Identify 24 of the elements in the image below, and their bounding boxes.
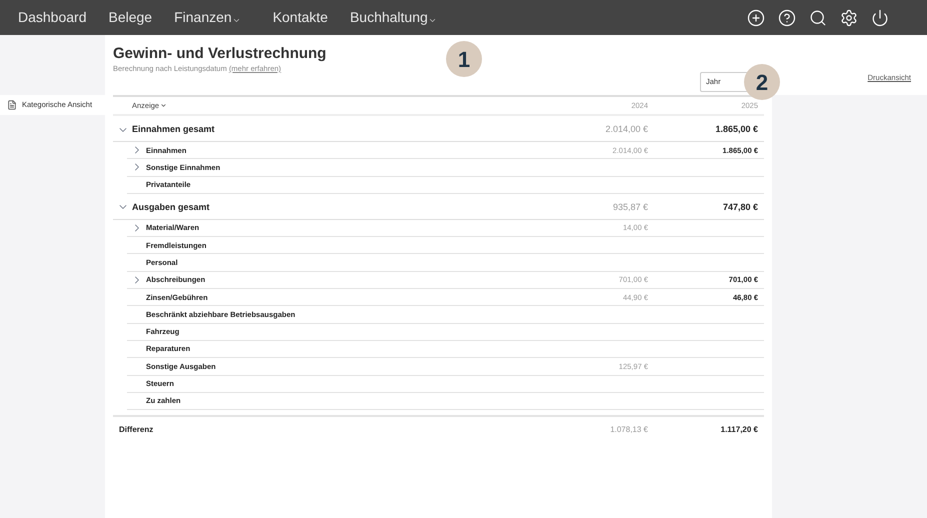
power-icon[interactable] [871, 8, 889, 26]
value-cell: 1.078,13 € [610, 424, 648, 434]
value-cell: 747,80 € [722, 202, 758, 212]
document-icon [7, 100, 17, 110]
caret-icon [160, 102, 168, 109]
nav-link[interactable]: Dashboard [18, 7, 86, 28]
nav-link[interactable]: Kontakte [272, 7, 328, 28]
search-icon[interactable] [809, 8, 827, 26]
row-label: Einnahmen gesamt [132, 122, 215, 136]
add-icon[interactable] [747, 8, 765, 26]
value-cell: 1.117,20 € [720, 424, 758, 434]
value-cell: 935,87 € [612, 202, 648, 212]
row-label: Ausgaben gesamt [132, 200, 210, 214]
page-title: Gewinn- und Verlustrechnung [113, 45, 326, 63]
value-cell: 1.865,00 € [715, 124, 758, 134]
help-icon[interactable] [778, 8, 796, 26]
value-cell: 2.014,00 € [605, 124, 648, 134]
nav-link[interactable]: Finanzen [174, 7, 232, 28]
nav-link[interactable]: Buchhaltung [350, 7, 428, 28]
row-label: Differenz [119, 424, 154, 436]
settings-icon[interactable] [840, 8, 858, 26]
step-marker: 1 [446, 41, 482, 77]
nav-link[interactable]: Belege [108, 7, 152, 28]
step-marker: 2 [744, 64, 780, 100]
